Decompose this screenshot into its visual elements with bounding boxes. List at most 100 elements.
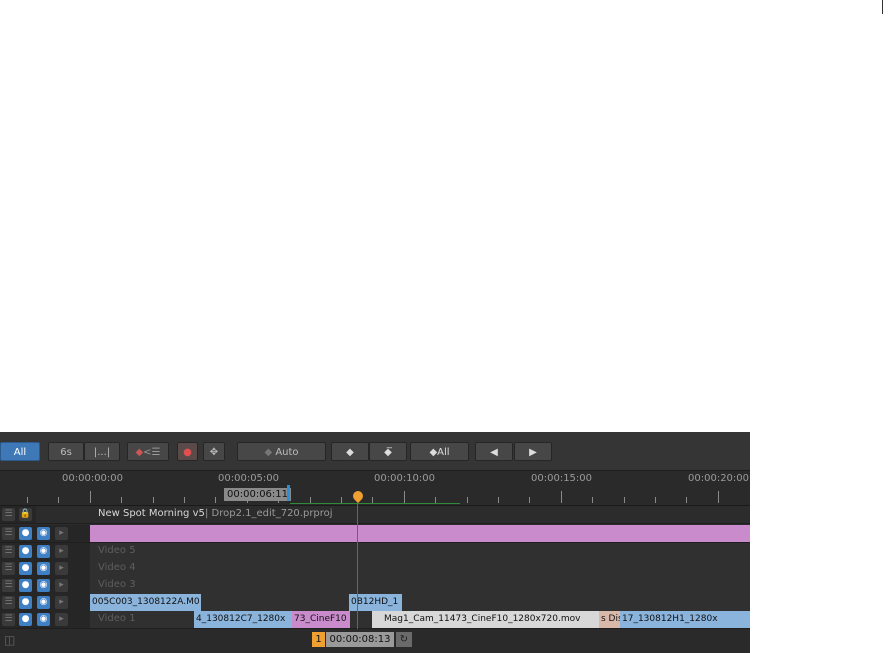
- eye-icon[interactable]: ◉: [37, 596, 50, 609]
- track-options-icon[interactable]: ☰: [2, 508, 15, 521]
- ruler-tick: [467, 497, 468, 503]
- add-keyframe-button[interactable]: ◆: [331, 442, 369, 461]
- current-position-label: 00:00:06:11: [224, 488, 292, 501]
- lock-icon[interactable]: ●: [19, 579, 32, 592]
- ruler-tick: [153, 497, 154, 503]
- timecode-label: 00:00:20:00: [688, 473, 750, 484]
- timecode-label: 00:00:05:00: [218, 473, 280, 484]
- arrow-right-icon: ▶: [529, 447, 537, 458]
- ruler-tick: [561, 491, 562, 503]
- timecode-label: 00:00:15:00: [531, 473, 593, 484]
- track-options-icon[interactable]: ☰: [2, 545, 15, 558]
- move-icon: ✥: [209, 447, 219, 458]
- remove-keyframe-button[interactable]: ◆̅: [369, 442, 407, 461]
- color-wheel-button[interactable]: ●: [177, 442, 198, 461]
- footer-timecode: 00:00:08:13: [326, 632, 394, 647]
- track-options-icon[interactable]: ☰: [2, 613, 15, 626]
- eye-icon[interactable]: ◉: [37, 613, 50, 626]
- all-keyframes-button[interactable]: ◆All: [410, 442, 469, 461]
- marker-range-button[interactable]: |...|: [84, 442, 120, 461]
- project-name: | Drop2.1_edit_720.prproj: [205, 508, 333, 519]
- ruler-tick: [404, 491, 405, 503]
- ruler-tick: [655, 497, 656, 503]
- ruler-tick: [624, 497, 625, 503]
- next-keyframe-button[interactable]: ▶: [514, 442, 552, 461]
- color-wheel-icon: ●: [183, 447, 192, 458]
- keyframe-remove-icon: ◆̅: [384, 447, 392, 458]
- film-icon: ◫: [4, 633, 16, 647]
- clip[interactable]: 73_CineF10: [292, 611, 350, 628]
- position-marker[interactable]: [287, 485, 290, 501]
- speaker-icon[interactable]: ▸: [55, 545, 68, 558]
- video-track-4: ☰ ● ◉ ▸ Video 4: [0, 560, 750, 578]
- loop-icon[interactable]: ↻: [396, 632, 412, 647]
- window-edge-mark: [882, 0, 883, 14]
- eye-icon[interactable]: ◉: [37, 545, 50, 558]
- auto-label: Auto: [275, 447, 299, 458]
- track-options-icon[interactable]: ☰: [2, 562, 15, 575]
- timecode-label: 00:00:10:00: [374, 473, 436, 484]
- color-link-button[interactable]: ◆<☰: [127, 442, 169, 461]
- previous-keyframe-button[interactable]: ◀: [475, 442, 513, 461]
- sequence-name: New Spot Morning v5: [98, 508, 205, 519]
- ruler-tick: [215, 497, 216, 503]
- video-track-2: ☰ ● ◉ ▸ 005C003_1308122A.M0 0B12HD_1: [0, 594, 750, 612]
- track-options-icon[interactable]: ☰: [2, 527, 15, 540]
- sequence-row: ☰ 🔒 New Spot Morning v5 | Drop2.1_edit_7…: [0, 506, 750, 524]
- eye-icon[interactable]: ◉: [37, 579, 50, 592]
- playhead-line: [357, 504, 358, 630]
- six-seconds-button[interactable]: 6s: [48, 442, 84, 461]
- clip[interactable]: Mag1_Cam_11473_CineF10_1280x720.mov: [372, 611, 599, 628]
- lock-icon[interactable]: 🔒: [19, 508, 32, 521]
- ruler-tick: [592, 497, 593, 503]
- ruler-tick: [184, 497, 185, 503]
- auto-button[interactable]: ◆ Auto: [237, 442, 326, 461]
- ruler-tick: [686, 497, 687, 503]
- video-track-6: ☰ ● ◉ ▸: [0, 525, 750, 543]
- clip[interactable]: 4_130812C7_1280x: [194, 611, 292, 628]
- video-track-3: ☰ ● ◉ ▸ Video 3: [0, 577, 750, 595]
- ruler-tick: [90, 491, 91, 503]
- speaker-icon[interactable]: ▸: [55, 596, 68, 609]
- lock-icon[interactable]: ●: [19, 596, 32, 609]
- all-keyframes-label: All: [437, 447, 450, 458]
- transition[interactable]: s Dis: [599, 611, 620, 628]
- clip[interactable]: 005C003_1308122A.M0: [90, 594, 201, 611]
- keyframe-diamond-icon: ◆: [346, 447, 354, 458]
- ruler-tick: [27, 497, 28, 503]
- timeline-footer: ◫ 1 00:00:08:13 ↻: [0, 629, 750, 653]
- track-name: Video 1: [98, 613, 136, 624]
- timecode-label: 00:00:00:00: [62, 473, 124, 484]
- eye-icon[interactable]: ◉: [37, 527, 50, 540]
- speaker-icon[interactable]: ▸: [55, 579, 68, 592]
- playhead-handle[interactable]: [350, 488, 366, 504]
- eye-icon[interactable]: ◉: [37, 562, 50, 575]
- keyframe-all-icon: ◆: [429, 447, 438, 458]
- track-number-badge: 1: [312, 632, 325, 647]
- speaker-icon[interactable]: ▸: [55, 527, 68, 540]
- ruler-tick: [498, 497, 499, 503]
- ruler-tick: [718, 491, 719, 503]
- all-tracks-button[interactable]: All: [0, 442, 40, 461]
- ruler-tick: [121, 497, 122, 503]
- lock-icon[interactable]: ●: [19, 613, 32, 626]
- lock-icon[interactable]: ●: [19, 562, 32, 575]
- lock-icon[interactable]: ●: [19, 545, 32, 558]
- speaker-icon[interactable]: ▸: [55, 613, 68, 626]
- track-name: Video 3: [98, 579, 136, 590]
- time-ruler[interactable]: 00:00:00:00 00:00:05:00 00:00:10:00 00:0…: [0, 471, 750, 506]
- timeline-toolbar: All 6s |...| ◆<☰ ● ✥ ◆ Auto ◆ ◆̅ ◆All ◀ …: [0, 432, 750, 471]
- move-button[interactable]: ✥: [203, 442, 225, 461]
- track-options-icon[interactable]: ☰: [2, 596, 15, 609]
- work-area-bar: [290, 503, 460, 504]
- clip-adjustment[interactable]: [90, 525, 750, 542]
- clip[interactable]: 17_130812H1_1280x: [620, 611, 722, 628]
- video-track-1: ☰ ● ◉ ▸ Video 1 4_130812C7_1280x 73_CineF10…: [0, 611, 750, 629]
- lock-icon[interactable]: ●: [19, 527, 32, 540]
- track-name: Video 5: [98, 545, 136, 556]
- track-options-icon[interactable]: ☰: [2, 579, 15, 592]
- ruler-tick: [58, 497, 59, 503]
- video-track-5: ☰ ● ◉ ▸ Video 5: [0, 543, 750, 561]
- speaker-icon[interactable]: ▸: [55, 562, 68, 575]
- clip[interactable]: [722, 611, 750, 628]
